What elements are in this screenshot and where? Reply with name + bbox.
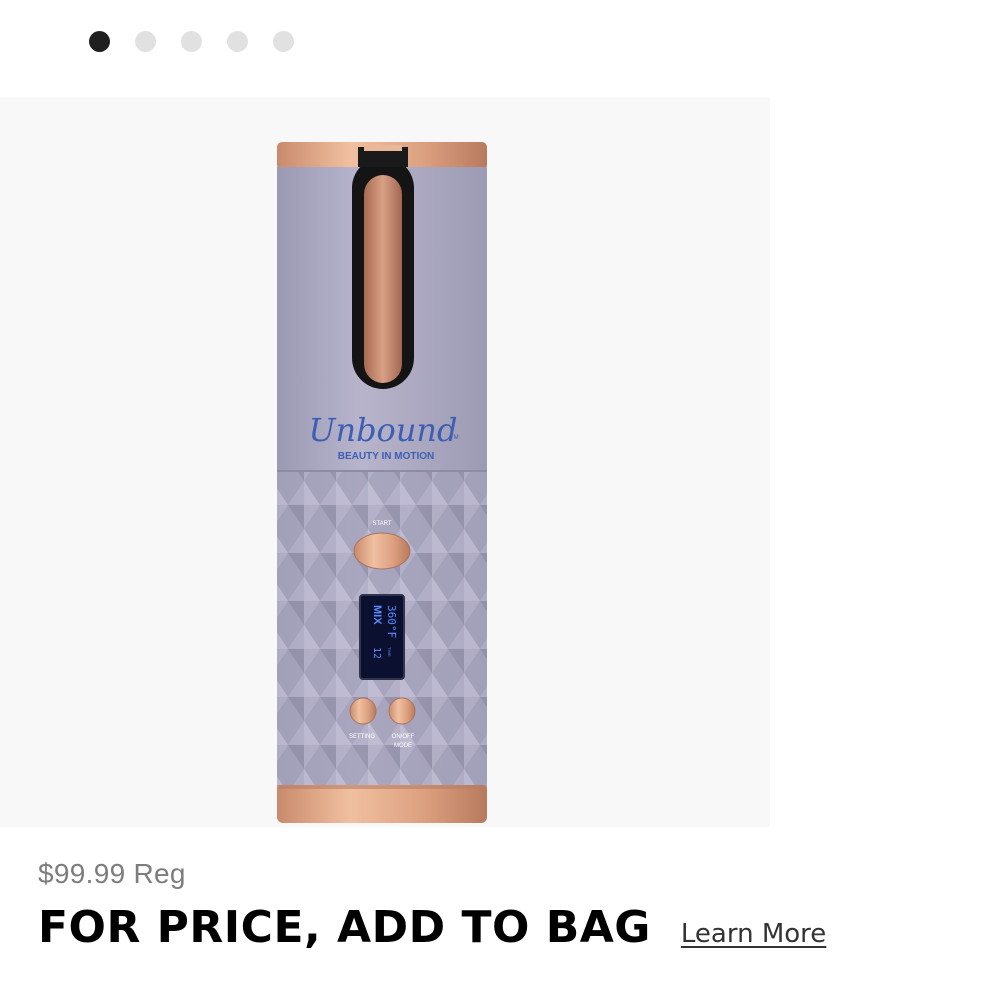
product-image-panel[interactable]: Unbound TM BEAUTY IN MOTION START 360°F … (0, 97, 770, 827)
carousel-dot-1[interactable] (89, 31, 110, 52)
lcd-time: 12 (371, 647, 382, 659)
brand-trademark: TM (450, 435, 459, 441)
setting-label: SETTING (349, 734, 375, 740)
lcd-time-label: TIME (387, 647, 392, 657)
lcd-mode: MIX (371, 605, 383, 625)
regular-price: $99.99 Reg (38, 858, 186, 889)
carousel-dot-2[interactable] (135, 31, 156, 52)
onoff-button-graphic (388, 697, 416, 725)
start-button-graphic (353, 532, 411, 570)
brand-tagline: BEAUTY IN MOTION (338, 451, 434, 462)
lcd-temperature: 360°F (385, 605, 398, 638)
brand-logo: Unbound (308, 411, 457, 449)
start-label: START (372, 521, 391, 527)
carousel-dot-3[interactable] (181, 31, 202, 52)
carousel-dot-4[interactable] (227, 31, 248, 52)
price-cta-row: FOR PRICE, ADD TO BAG Learn More (38, 902, 826, 953)
product-image: Unbound TM BEAUTY IN MOTION START 360°F … (277, 142, 487, 823)
learn-more-link[interactable]: Learn More (681, 919, 826, 949)
carousel-dot-5[interactable] (273, 31, 294, 52)
setting-button-graphic (349, 697, 377, 725)
add-to-bag-price-message: FOR PRICE, ADD TO BAG (38, 902, 651, 953)
mode-label: MODE (394, 743, 412, 749)
carousel-pagination (89, 31, 294, 52)
onoff-label: ON/OFF (392, 734, 415, 740)
